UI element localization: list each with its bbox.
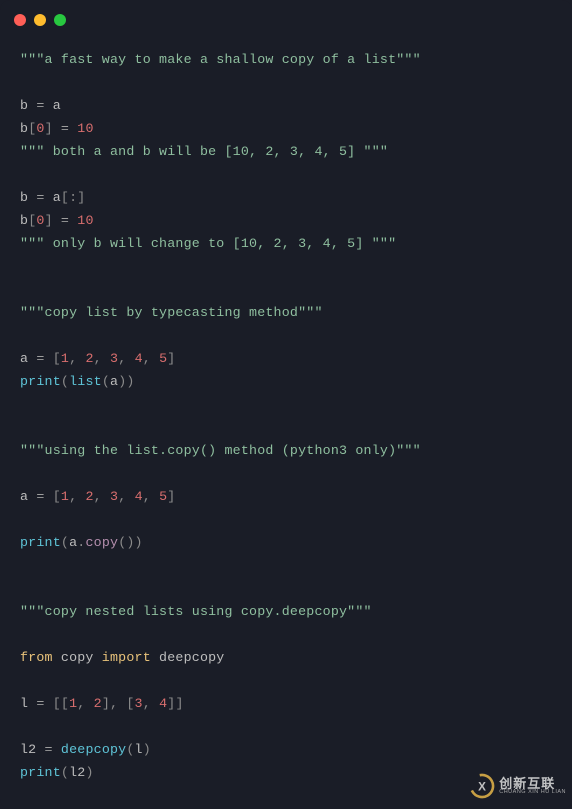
code-token: print [20, 535, 61, 550]
maximize-icon[interactable] [54, 14, 66, 26]
code-token: l [20, 696, 36, 711]
code-token: [ [53, 351, 61, 366]
code-token: , [94, 351, 110, 366]
code-token: 2 [85, 351, 93, 366]
code-token: , [143, 489, 159, 504]
code-token: b [20, 98, 36, 113]
code-token: ] [167, 351, 175, 366]
code-token: , [69, 489, 85, 504]
code-token: """ both a and b will be [10, 2, 3, 4, 5… [20, 144, 388, 159]
code-token: l2 [69, 765, 85, 780]
code-token: deepcopy [61, 742, 126, 757]
code-token: [ [53, 489, 61, 504]
code-token: copy [53, 650, 102, 665]
code-token: 0 [36, 213, 44, 228]
code-token: ) [143, 742, 151, 757]
code-token [45, 351, 53, 366]
code-token: a [110, 374, 118, 389]
code-token: """copy nested lists using copy.deepcopy… [20, 604, 372, 619]
code-token: b [20, 121, 28, 136]
code-token: , [118, 351, 134, 366]
code-token: 2 [85, 489, 93, 504]
code-token: import [102, 650, 151, 665]
code-token: 3 [110, 351, 118, 366]
code-token: , [94, 489, 110, 504]
window-titlebar [0, 8, 572, 40]
code-token: list [69, 374, 102, 389]
code-window: """a fast way to make a shallow copy of … [0, 0, 572, 809]
code-token: ], [ [102, 696, 135, 711]
code-token: ( [61, 535, 69, 550]
code-token: = [61, 121, 69, 136]
code-token: ( [61, 765, 69, 780]
code-token: , [118, 489, 134, 504]
code-token: """using the list.copy() method (python3… [20, 443, 421, 458]
code-token: = [36, 489, 44, 504]
code-token: 2 [94, 696, 102, 711]
code-token: 4 [135, 489, 143, 504]
code-token: 0 [36, 121, 44, 136]
code-token: ( [126, 742, 134, 757]
code-token: a [20, 489, 36, 504]
code-token: ()) [118, 535, 143, 550]
logo-icon: X [469, 773, 495, 799]
code-token: """a fast way to make a shallow copy of … [20, 52, 421, 67]
code-token: = [36, 696, 44, 711]
code-token: )) [118, 374, 134, 389]
code-token: """copy list by typecasting method""" [20, 305, 323, 320]
watermark: X 创新互联 CHUANG XIN HU LIAN [469, 773, 566, 799]
code-token: ] [167, 489, 175, 504]
code-token: l [135, 742, 143, 757]
code-token: copy [85, 535, 118, 550]
code-token: , [143, 351, 159, 366]
code-token: 1 [61, 489, 69, 504]
code-token: ]] [167, 696, 183, 711]
code-token: = [45, 742, 53, 757]
code-token: 10 [77, 121, 93, 136]
code-token: a [20, 351, 36, 366]
code-token: ( [102, 374, 110, 389]
code-token: = [36, 351, 44, 366]
code-token [45, 696, 53, 711]
code-token: b [20, 213, 28, 228]
code-token: from [20, 650, 53, 665]
code-token: """ only b will change to [10, 2, 3, 4, … [20, 236, 396, 251]
code-token: = [36, 190, 44, 205]
watermark-en-text: CHUANG XIN HU LIAN [499, 790, 566, 796]
code-token: ] [45, 213, 61, 228]
code-editor[interactable]: """a fast way to make a shallow copy of … [0, 40, 572, 804]
code-token [45, 489, 53, 504]
minimize-icon[interactable] [34, 14, 46, 26]
watermark-cn-text: 创新互联 [499, 777, 566, 790]
code-token: l2 [20, 742, 45, 757]
code-token: = [61, 213, 69, 228]
code-token: , [143, 696, 159, 711]
close-icon[interactable] [14, 14, 26, 26]
code-token: 10 [77, 213, 93, 228]
code-token: [:] [61, 190, 86, 205]
code-token: a [45, 98, 61, 113]
code-token: 3 [135, 696, 143, 711]
code-token: print [20, 765, 61, 780]
code-token: , [69, 351, 85, 366]
code-token: print [20, 374, 61, 389]
code-token: , [77, 696, 93, 711]
code-token: 4 [135, 351, 143, 366]
code-token: [[ [53, 696, 69, 711]
code-token: b [20, 190, 36, 205]
code-token: a [45, 190, 61, 205]
svg-text:X: X [478, 781, 486, 794]
code-token: = [36, 98, 44, 113]
code-token: ] [45, 121, 61, 136]
code-token: ( [61, 374, 69, 389]
code-token: deepcopy [151, 650, 225, 665]
code-token [53, 742, 61, 757]
code-token: 1 [61, 351, 69, 366]
code-token: ) [85, 765, 93, 780]
code-token: 3 [110, 489, 118, 504]
